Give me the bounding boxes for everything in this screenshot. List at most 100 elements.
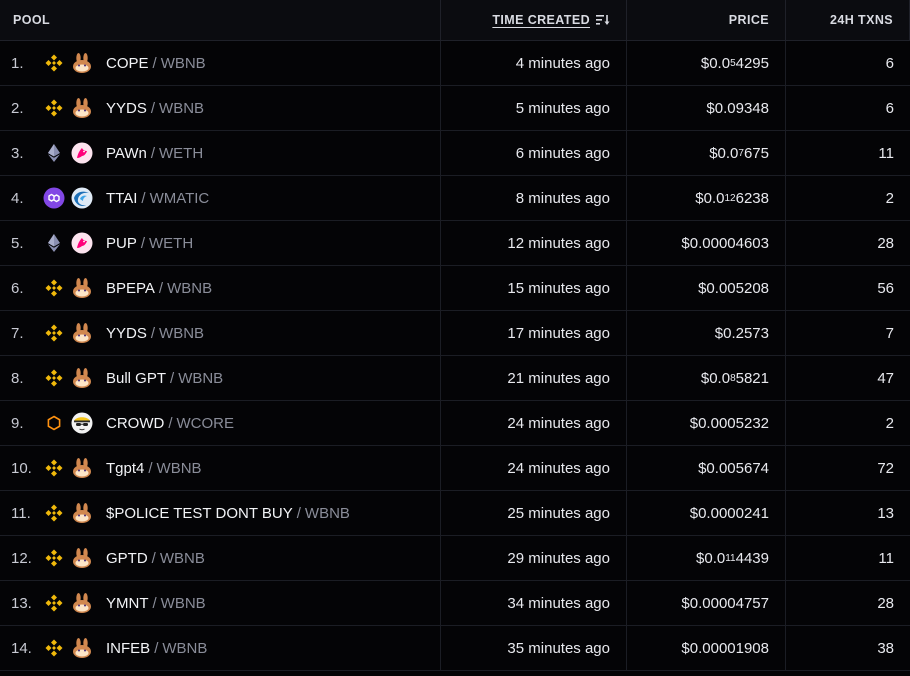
table-row[interactable]: 11. $POLICE TEST DONT BUY / WBNB 25 minutes … (0, 491, 910, 536)
table-row[interactable]: 10. Tgpt4/WBNB 24 minutes ago $0.005674 72 (0, 446, 910, 491)
quote-token: WBNB (160, 54, 206, 72)
price-prefix: $0.0 (695, 189, 725, 207)
price-value: $0.2573 (714, 324, 769, 342)
pair-separator: / (158, 279, 164, 297)
price-digits: 4295 (735, 54, 769, 72)
row-rank: 13. (11, 594, 32, 612)
pancakeswap-icon (71, 322, 93, 344)
table-row[interactable]: 12. GPTD / WBNB 29 minutes ago $0.0 11 4439 11 (0, 536, 910, 581)
table-row[interactable]: 6. BPEPA / WBNB 15 minutes ago $0.005208 56 (0, 266, 910, 311)
pool-cell[interactable]: 6. BPEPA / WBNB (0, 266, 441, 310)
row-rank: 11. (11, 504, 31, 522)
table-row[interactable]: 2. YYDS / WBNB 5 minutes ago $0.09348 6 (0, 86, 910, 131)
price-value: $0.09348 (706, 99, 769, 117)
txns-cell: 7 (885, 324, 894, 342)
table-header: POOL TIME CREATED PRICE 24H TXNS (0, 0, 910, 41)
time-created-cell: 15 minutes ago (441, 266, 627, 310)
pool-cell[interactable]: 9. CROWD / WCORE (0, 401, 441, 445)
pool-cell[interactable]: 13. YMNT / WBNB (0, 581, 441, 625)
base-token: Bull GPT (106, 369, 167, 387)
pair-name[interactable]: Tgpt4/WBNB (106, 460, 202, 477)
pool-cell[interactable]: 2. YYDS / WBNB (0, 86, 441, 130)
txns-cell: 2 (885, 189, 894, 207)
price-cell: $0.2573 (627, 311, 786, 355)
quote-token: WETH (159, 144, 204, 162)
pool-cell[interactable]: 4. TTAI / WMATIC (0, 176, 441, 220)
bnb-icon (43, 457, 65, 479)
table-row[interactable]: 8. Bull GPT / WBNB 21 minutes ago $0.0 8 5821 47 (0, 356, 910, 401)
quote-token: WBNB (159, 99, 205, 117)
txns-cell: 56 (877, 279, 894, 297)
pool-cell[interactable]: 11. $POLICE TEST DONT BUY / WBNB (0, 491, 441, 535)
time-created-cell: 25 minutes ago (441, 491, 627, 535)
pair-name[interactable]: YYDS / WBNB (106, 325, 204, 342)
pair-name[interactable]: INFEB / WBNB (106, 640, 207, 657)
pool-cell[interactable]: 12. GPTD / WBNB (0, 536, 441, 580)
pool-cell[interactable]: 7. YYDS / WBNB (0, 311, 441, 355)
price-value: $0.00004757 (681, 594, 769, 612)
pair-name[interactable]: YYDS / WBNB (106, 100, 204, 117)
pancakeswap-icon (71, 637, 93, 659)
time-created-cell: 29 minutes ago (441, 536, 627, 580)
base-token: TTAI (106, 189, 138, 207)
price-cell: $0.0 11 4439 (627, 536, 786, 580)
pair-name[interactable]: Bull GPT / WBNB (106, 370, 223, 387)
sort-descending-icon[interactable] (596, 14, 610, 26)
pool-cell[interactable]: 5. PUP / WETH (0, 221, 441, 265)
bnb-icon (43, 367, 65, 389)
table-row[interactable]: 5. PUP / WETH 12 minutes ago $0.00004603 28 (0, 221, 910, 266)
price-value: $0.005674 (698, 459, 769, 477)
pool-cell[interactable]: 14. INFEB / WBNB (0, 626, 441, 670)
quote-token: WBNB (167, 279, 213, 297)
table-row[interactable]: 7. YYDS / WBNB 17 minutes ago $0.2573 7 (0, 311, 910, 356)
pair-name[interactable]: PUP / WETH (106, 235, 193, 252)
column-header-pool[interactable]: POOL (0, 0, 441, 40)
pair-name[interactable]: COPE / WBNB (106, 55, 206, 72)
column-header-price[interactable]: PRICE (627, 0, 786, 40)
pair-name[interactable]: BPEPA / WBNB (106, 280, 212, 297)
pancakeswap-icon (71, 97, 93, 119)
price-zero-count: 12 (724, 192, 736, 204)
pool-cell[interactable]: 3. PAWn / WETH (0, 131, 441, 175)
column-header-24h-txns[interactable]: 24H TXNS (786, 0, 910, 40)
pair-name[interactable]: $POLICE TEST DONT BUY / WBNB (106, 505, 350, 522)
price-prefix: $0.0 (700, 54, 731, 72)
table-row[interactable]: 13. YMNT / WBNB 34 minutes ago $0.00004757 28 (0, 581, 910, 626)
uniswap-icon (71, 142, 93, 164)
pancakeswap-icon (71, 502, 93, 524)
table-row[interactable]: 4. TTAI / WMATIC 8 minutes ago $0.0 12 6238 2 (0, 176, 910, 221)
time-created-label[interactable]: TIME CREATED (492, 13, 590, 27)
pool-cell[interactable]: 8. Bull GPT / WBNB (0, 356, 441, 400)
price-cell: $0.00004757 (627, 581, 786, 625)
txns-cell: 11 (878, 144, 894, 162)
pancakeswap-icon (71, 457, 93, 479)
time-created-cell: 35 minutes ago (441, 626, 627, 670)
pair-name[interactable]: PAWn / WETH (106, 145, 203, 162)
pair-name[interactable]: YMNT / WBNB (106, 595, 206, 612)
time-created-cell: 6 minutes ago (441, 131, 627, 175)
quote-token: WMATIC (149, 189, 210, 207)
time-created-cell: 12 minutes ago (441, 221, 627, 265)
row-rank: 1. (11, 54, 24, 72)
column-header-time-created[interactable]: TIME CREATED (441, 0, 627, 40)
pair-name[interactable]: TTAI / WMATIC (106, 190, 209, 207)
ethereum-icon (43, 232, 65, 254)
pair-name[interactable]: GPTD / WBNB (106, 550, 205, 567)
table-row[interactable]: 1. COPE / WBNB 4 minutes ago $0.0 5 4295 6 (0, 41, 910, 86)
table-row[interactable]: 3. PAWn / WETH 6 minutes ago $0.0 7 675 11 (0, 131, 910, 176)
bnb-icon (43, 547, 65, 569)
price-digits: 6238 (735, 189, 769, 207)
price-cell: $0.0 12 6238 (627, 176, 786, 220)
pair-separator: / (150, 99, 156, 117)
pool-cell[interactable]: 10. Tgpt4/WBNB (0, 446, 441, 490)
table-row[interactable]: 14. INFEB / WBNB 35 minutes ago $0.00001908 38 (0, 626, 910, 671)
pools-table: POOL TIME CREATED PRICE 24H TXNS 1. COPE /… (0, 0, 910, 671)
pair-name[interactable]: CROWD / WCORE (106, 415, 234, 432)
txns-cell: 28 (877, 594, 894, 612)
pancakeswap-icon (71, 592, 93, 614)
pair-separator: / (152, 54, 157, 72)
table-row[interactable]: 9. CROWD / WCORE 24 minutes ago $0.0005232 2 (0, 401, 910, 446)
pool-cell[interactable]: 1. COPE / WBNB (0, 41, 441, 85)
price-prefix: $0.0 (700, 369, 731, 387)
txns-cell: 28 (877, 234, 894, 252)
